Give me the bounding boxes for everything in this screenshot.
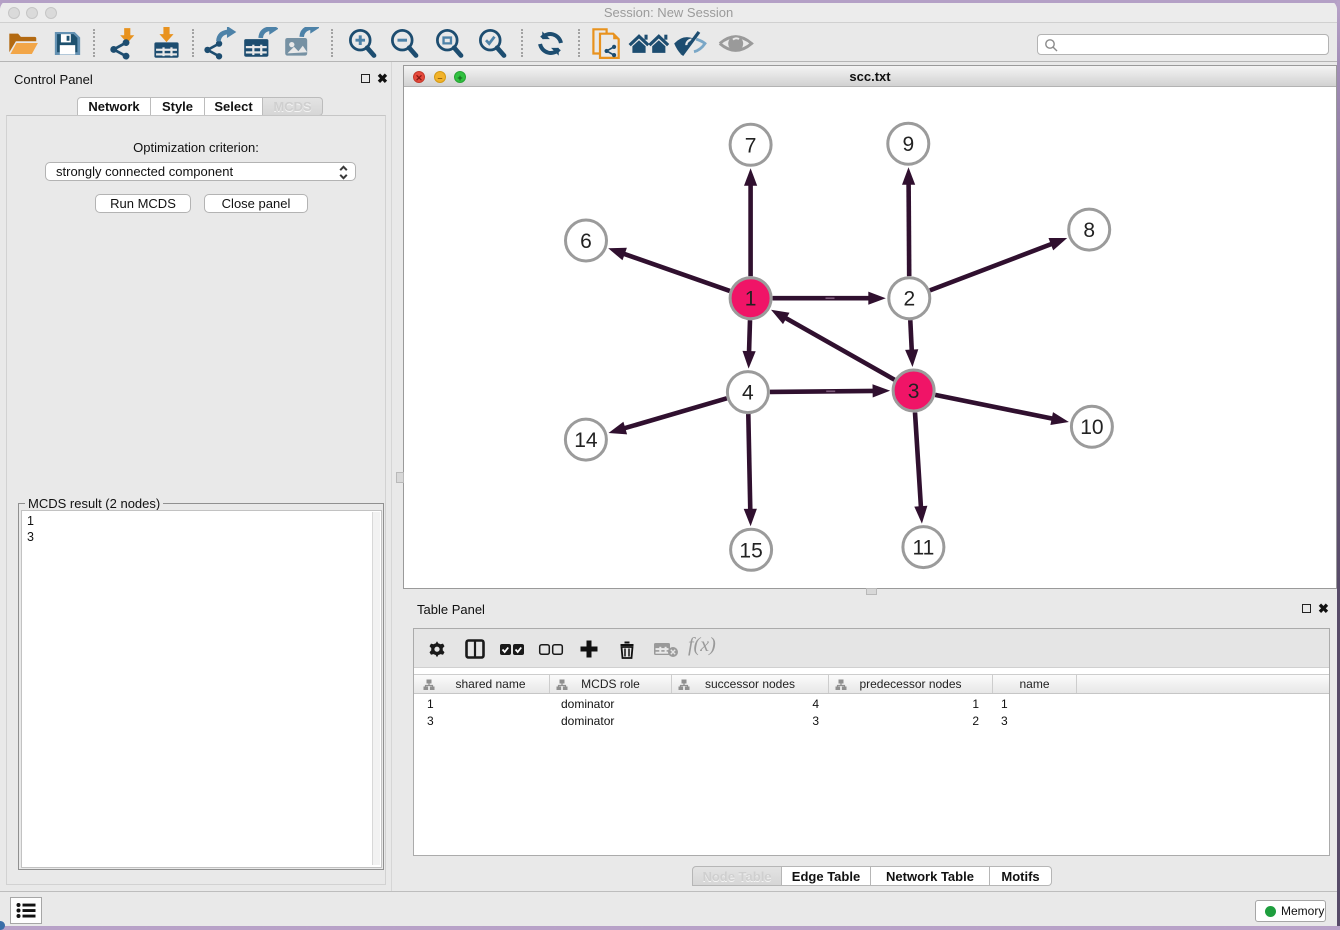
svg-text:1: 1 (745, 288, 757, 311)
svg-text:2: 2 (903, 288, 915, 311)
svg-text:8: 8 (1083, 219, 1095, 242)
svg-text:15: 15 (739, 539, 762, 562)
svg-text:14: 14 (574, 429, 598, 452)
svg-text:3: 3 (908, 380, 920, 403)
svg-text:6: 6 (580, 230, 592, 253)
svg-text:7: 7 (745, 134, 757, 157)
svg-text:10: 10 (1080, 416, 1103, 439)
svg-text:9: 9 (902, 133, 914, 156)
svg-text:4: 4 (742, 382, 754, 405)
svg-text:11: 11 (912, 537, 934, 560)
